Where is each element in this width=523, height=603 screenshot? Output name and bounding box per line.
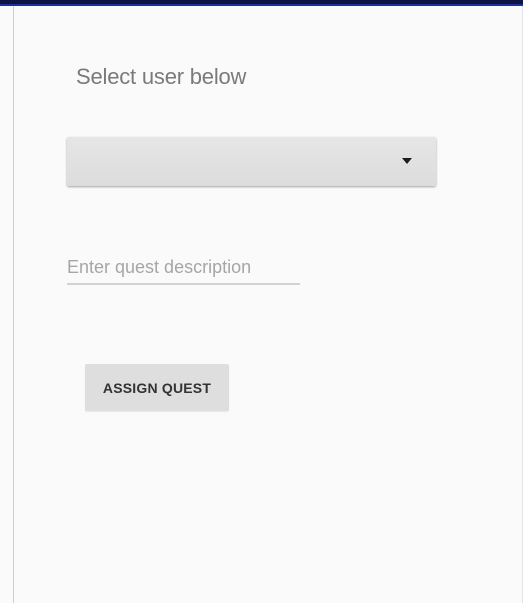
left-edge-divider xyxy=(13,6,14,603)
assign-quest-button[interactable]: ASSIGN QUEST xyxy=(85,364,229,411)
quest-description-input[interactable] xyxy=(67,255,300,285)
window-top-border xyxy=(0,0,523,6)
dropdown-caret-icon xyxy=(402,158,412,164)
assign-quest-screen: Select user below ASSIGN QUEST xyxy=(0,0,523,603)
user-select-dropdown[interactable] xyxy=(67,137,436,186)
select-user-heading: Select user below xyxy=(76,64,247,89)
